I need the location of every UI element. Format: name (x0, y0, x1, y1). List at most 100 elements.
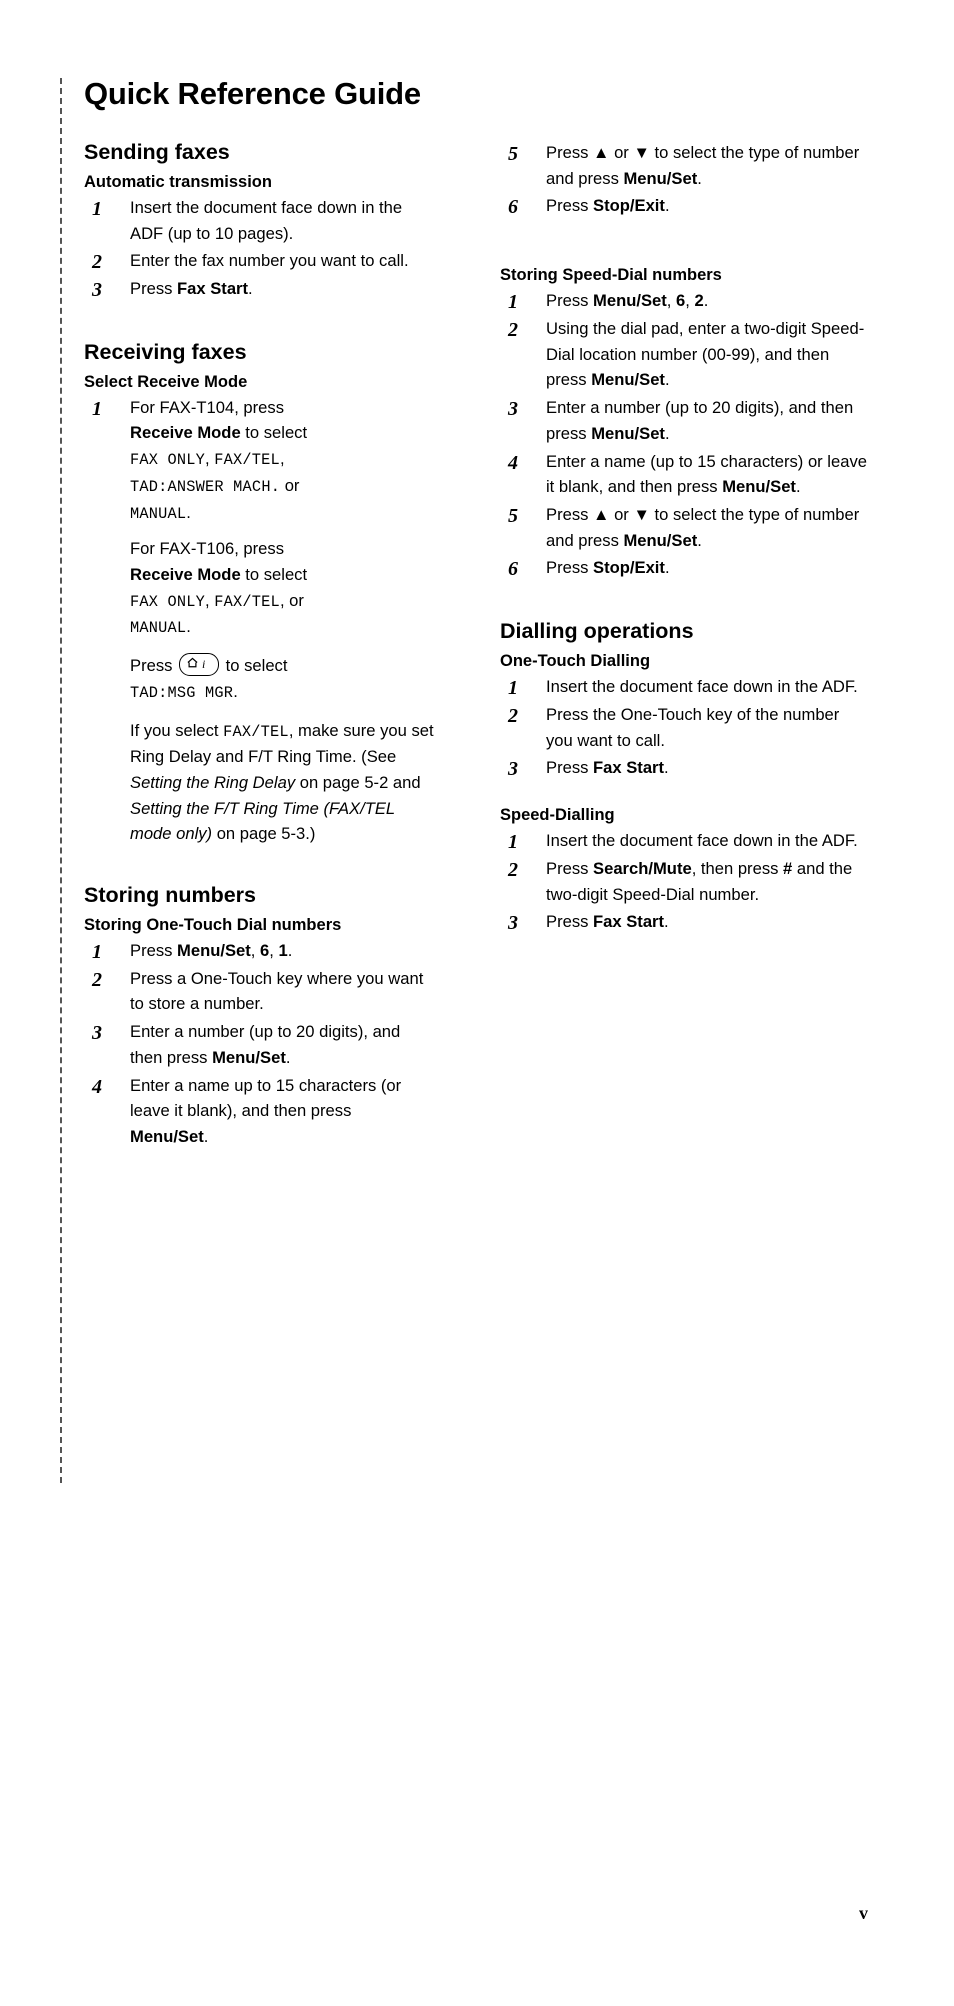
list-item: 5 Press ▲ or ▼ to select the type of num… (500, 502, 870, 553)
step-text-a: Press (546, 858, 594, 878)
i-glyph: i (202, 657, 206, 672)
list-item: 1 Insert the document face down in the A… (500, 828, 870, 854)
list-item: 6 Press Stop/Exit. (500, 555, 870, 581)
list-item: 3 Enter a number (up to 20 digits), and … (84, 1019, 434, 1070)
step-text-mid: or (609, 143, 634, 162)
lcd-mode-tad-answer-mach: TAD:ANSWER MACH. (130, 477, 281, 496)
step-text-b: . (285, 1047, 291, 1067)
button-name-menu-set: Menu/Set (591, 370, 665, 390)
list-item: 2 Using the dial pad, enter a two-digit … (500, 316, 870, 393)
button-name-fax-start: Fax Start (593, 758, 665, 778)
step-text: Press the One-Touch key of the number yo… (546, 704, 840, 750)
step-number: 1 (92, 940, 102, 963)
press-label: Press (130, 656, 173, 676)
step-number: 2 (92, 251, 102, 274)
step-text-b: , then press (691, 858, 784, 878)
step-number: 2 (508, 858, 518, 881)
conjunction-or: , or (279, 590, 304, 610)
step-text-c: . (697, 530, 702, 550)
step-text-b: . (664, 558, 670, 578)
button-name-receive-mode: Receive Mode (130, 564, 241, 584)
steps-storing-one-touch-continued: 5 Press ▲ or ▼ to select the type of num… (500, 140, 870, 219)
list-item: 3 Press Fax Start. (84, 276, 434, 302)
button-name-fax-start: Fax Start (177, 279, 249, 299)
conjunction-or: or (280, 475, 300, 495)
step-number: 5 (508, 143, 518, 165)
list-item: 1 Insert the document face down in the A… (500, 674, 870, 700)
lcd-mode-fax-tel: FAX/TEL (214, 592, 280, 611)
subheading-storing-speed-dial-numbers: Storing Speed-Dial numbers (500, 266, 722, 285)
step-number: 2 (508, 318, 518, 341)
message-manager-icon: i (179, 653, 220, 677)
step-text-a: Press (546, 505, 594, 525)
step-text-a: Press (546, 912, 594, 932)
document-page: Quick Reference Guide Sending faxes Auto… (0, 0, 954, 2006)
subheading-select-receive-mode: Select Receive Mode (84, 372, 248, 391)
step-text-line2: to select (240, 423, 308, 443)
step-text-a: Press (546, 291, 594, 311)
list-item: 1 Press Menu/Set, 6, 1. (84, 938, 434, 964)
list-item: 3 Press Fax Start. (500, 755, 870, 781)
step-text-c: . (697, 168, 702, 188)
button-name-search-mute: Search/Mute (593, 858, 692, 878)
list-item: 2 Press a One-Touch key where you want t… (84, 966, 434, 1017)
step-text-d: . (287, 940, 293, 960)
button-name-stop-exit: Stop/Exit (593, 196, 665, 216)
button-name-menu-set: Menu/Set (593, 291, 667, 311)
press-rest: to select (225, 656, 288, 676)
lcd-mode-fax-only: FAX ONLY (130, 592, 206, 611)
step-number: 4 (92, 1075, 102, 1098)
step-text-b: . (795, 477, 801, 497)
lcd-mode-fax-tel: FAX/TEL (223, 722, 289, 741)
step-number: 3 (92, 279, 102, 302)
house-icon (187, 657, 198, 668)
step-text-b: . (664, 423, 670, 443)
section-heading-storing-numbers: Storing numbers (84, 883, 257, 908)
ring-delay-note: If you select FAX/TEL, make sure you set… (84, 718, 434, 848)
button-name-fax-start: Fax Start (593, 912, 665, 932)
page-number: v (859, 1903, 868, 1923)
button-name-menu-set: Menu/Set (177, 940, 251, 960)
step-number: 4 (508, 451, 518, 474)
step-text-b: . (203, 1127, 209, 1147)
step-text-b: . (664, 758, 669, 778)
step-text: Press a One-Touch key where you want to … (130, 968, 424, 1014)
t106-line2: to select (240, 564, 308, 584)
steps-speed-dialling: 1 Insert the document face down in the A… (500, 828, 870, 935)
step-text-a: Press (546, 758, 594, 778)
step-number: 1 (508, 677, 518, 700)
step-number: 3 (508, 398, 518, 421)
page-title: Quick Reference Guide (84, 76, 421, 111)
receive-mode-t106-paragraph: For FAX-T106, press Receive Mode to sele… (130, 539, 308, 638)
step-text-c: , (685, 291, 695, 311)
steps-storing-one-touch: 1 Press Menu/Set, 6, 1. 2 Press a One-To… (84, 938, 434, 1150)
t106-line1: For FAX-T106, press (130, 539, 285, 559)
button-name-stop-exit: Stop/Exit (593, 558, 665, 578)
lcd-mode-manual: MANUAL (130, 504, 187, 523)
step-number: 5 (508, 505, 518, 528)
message-manager-paragraph: Press i to select TAD:MSG MGR. (84, 653, 434, 705)
button-name-menu-set: Menu/Set (623, 168, 698, 188)
button-name-menu-set: Menu/Set (591, 423, 665, 443)
list-item: 6 Press Stop/Exit. (500, 193, 870, 219)
note-part-c: on page 5-2 and (295, 772, 421, 792)
step-text-b: , (250, 940, 261, 960)
lcd-mode-tad-msg-mgr: TAD:MSG MGR (130, 683, 234, 702)
list-item: 3 Enter a number (up to 20 digits), and … (500, 395, 870, 446)
steps-storing-speed-dial: 1 Press Menu/Set, 6, 2. 2 Using the dial… (500, 288, 870, 581)
step-text-line1: For FAX-T104, press (130, 397, 285, 417)
list-item: 2 Enter the fax number you want to call. (84, 248, 434, 274)
section-heading-receiving-faxes: Receiving faxes (84, 339, 247, 364)
subheading-automatic-transmission: Automatic transmission (84, 172, 272, 191)
left-column: Sending faxes Automatic transmission 1 I… (84, 140, 434, 1152)
section-heading-dialling-operations: Dialling operations (500, 619, 694, 644)
step-number: 2 (92, 968, 102, 991)
step-text: Insert the document face down in the ADF… (546, 677, 858, 697)
button-name-receive-mode: Receive Mode (130, 423, 241, 443)
step-text: Enter the fax number you want to call. (130, 251, 409, 271)
arrow-up-icon: ▲ (593, 505, 610, 525)
steps-one-touch-dialling: 1 Insert the document face down in the A… (500, 674, 870, 781)
button-name-menu-set: Menu/Set (722, 477, 796, 497)
right-column: 5 Press ▲ or ▼ to select the type of num… (500, 140, 870, 937)
step-text-a: Press (130, 940, 178, 960)
